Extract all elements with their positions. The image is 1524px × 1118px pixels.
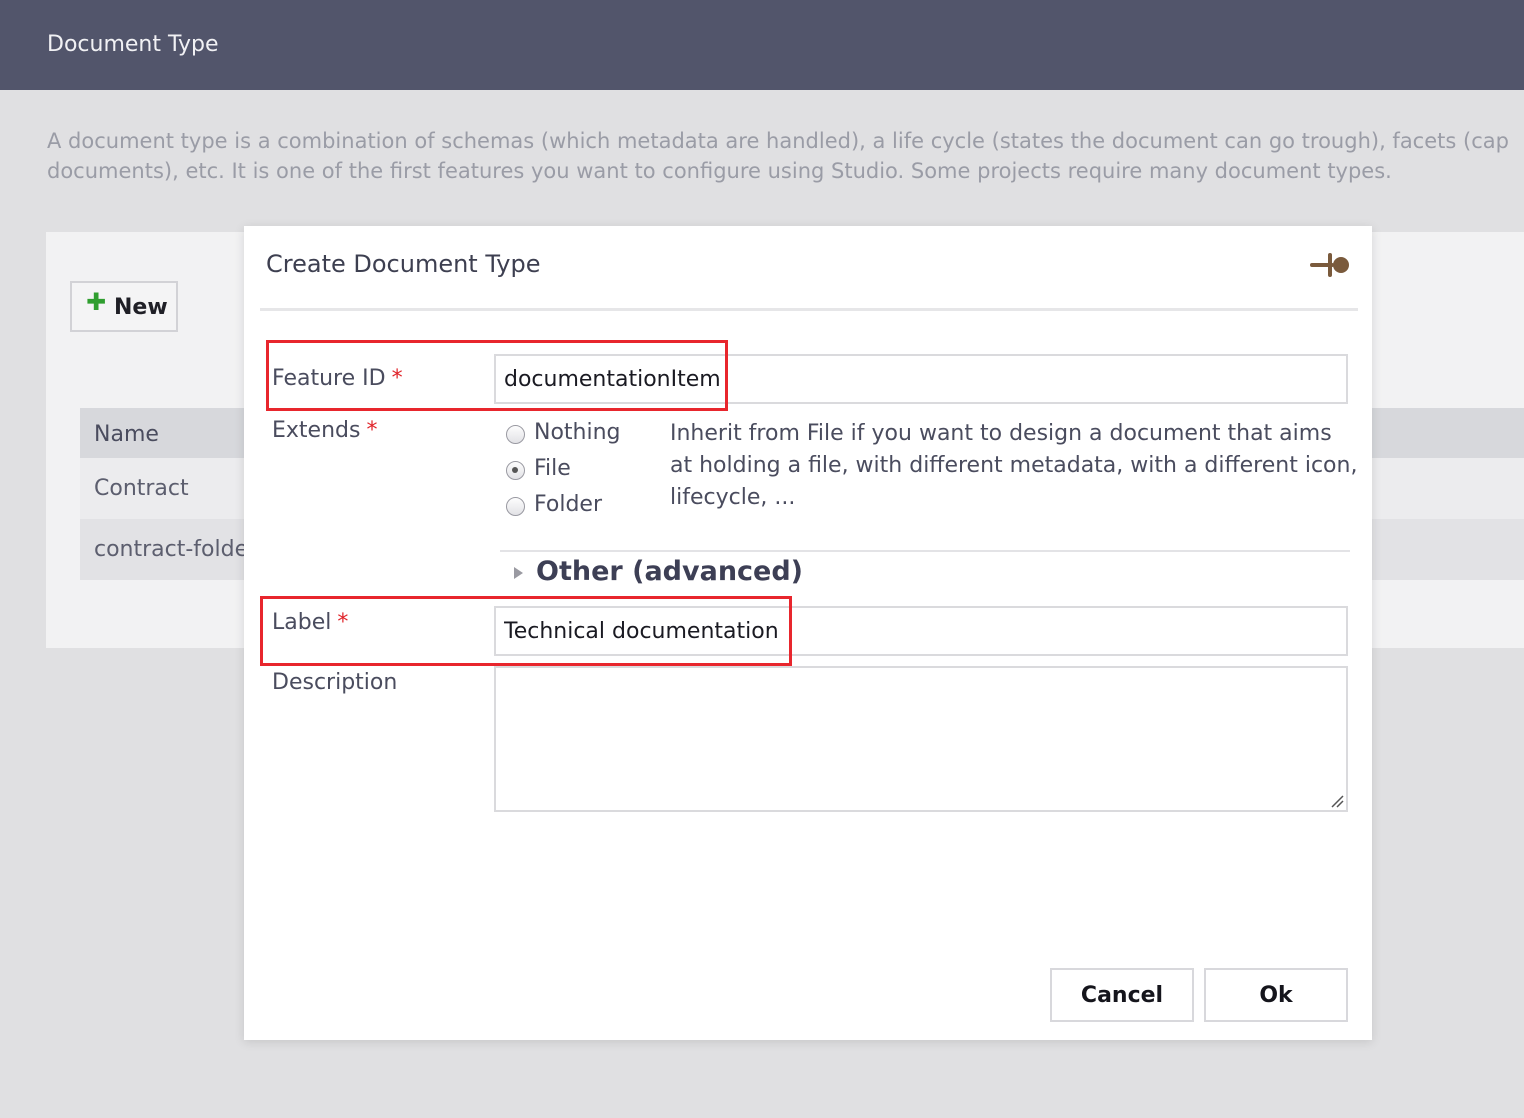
dialog-divider [260,308,1358,311]
feature-id-input[interactable] [494,354,1348,404]
plus-icon: ✚ [86,288,107,316]
intro-line-1: A document type is a combination of sche… [47,129,1509,153]
advanced-divider [500,550,1350,552]
radio-button[interactable] [506,461,525,480]
description-textarea[interactable] [494,666,1348,812]
ok-button[interactable]: Ok [1204,968,1348,1022]
radio-label: File [534,456,571,481]
radio-button[interactable] [506,425,525,444]
page-title: Document Type [47,32,219,57]
new-button[interactable]: ✚ New [70,281,178,332]
required-mark: * [366,418,378,443]
radio-button[interactable] [506,497,525,516]
pin-icon[interactable] [1310,250,1354,280]
extends-label-text: Extends [272,418,361,443]
intro-text: A document type is a combination of sche… [47,126,1524,186]
top-bar: Document Type [0,0,1524,90]
required-mark: * [391,366,403,391]
description-label: Description [272,670,398,695]
create-document-type-dialog: Create Document Type Feature ID* Extends… [244,226,1372,1040]
extends-label: Extends * [272,418,377,443]
intro-line-2: documents), etc. It is one of the first … [47,159,1392,183]
label-field-label: Label * [272,610,348,635]
dialog-title: Create Document Type [266,250,541,278]
resize-grip-icon[interactable] [1330,794,1344,808]
advanced-section-toggle[interactable]: Other (advanced) [536,556,803,587]
cancel-button[interactable]: Cancel [1050,968,1194,1022]
label-input[interactable] [494,606,1348,656]
required-mark: * [337,610,349,635]
triangle-right-icon[interactable] [514,567,523,579]
label-field-label-text: Label [272,610,332,635]
feature-id-label: Feature ID * [272,366,403,391]
new-button-label: New [114,295,168,320]
feature-id-label-text: Feature ID [272,366,386,391]
radio-label: Nothing [534,420,621,445]
extends-help-text: Inherit from File if you want to design … [670,421,1358,510]
radio-label: Folder [534,492,602,517]
